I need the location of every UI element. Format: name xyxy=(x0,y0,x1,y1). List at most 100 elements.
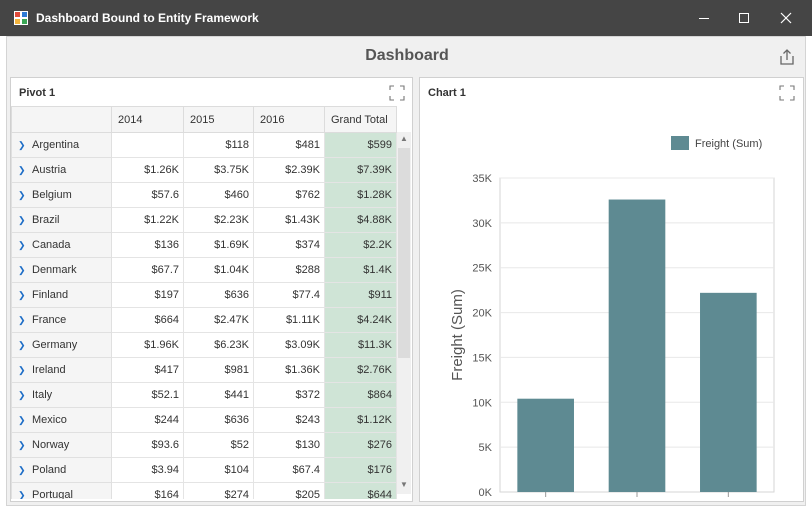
cell-2014: $244 xyxy=(111,407,184,433)
row-header-cell[interactable]: ❯ Brazil xyxy=(11,207,112,233)
row-header-cell[interactable]: ❯ Portugal xyxy=(11,482,112,499)
table-row[interactable]: ❯ Argentina $118 $481 $599 xyxy=(11,132,397,158)
maximize-button[interactable] xyxy=(724,0,764,36)
pivot-table: 2014 2015 2016 Grand Total ❯ Argentina $1… xyxy=(11,106,397,499)
cell-2014: $67.7 xyxy=(111,257,184,283)
table-row[interactable]: ❯ Canada $136 $1.69K $374 $2.2K xyxy=(11,232,397,258)
table-row[interactable]: ❯ Ireland $417 $981 $1.36K $2.76K xyxy=(11,357,397,383)
expand-arrow-icon[interactable]: ❯ xyxy=(18,165,32,176)
row-header-cell[interactable]: ❯ Denmark xyxy=(11,257,112,283)
row-header-cell[interactable]: ❯ Belgium xyxy=(11,182,112,208)
scroll-up-arrow-icon[interactable]: ▲ xyxy=(399,134,409,143)
expand-arrow-icon[interactable]: ❯ xyxy=(18,440,32,451)
cell-2016: $130 xyxy=(253,432,325,458)
expand-arrow-icon[interactable]: ❯ xyxy=(18,190,32,201)
row-header-cell[interactable]: ❯ Ireland xyxy=(11,357,112,383)
close-button[interactable] xyxy=(766,0,806,36)
cell-2014: $417 xyxy=(111,357,184,383)
cell-2015: $1.04K xyxy=(183,257,254,283)
table-row[interactable]: ❯ Portugal $164 $274 $205 $644 xyxy=(11,482,397,499)
expand-arrow-icon[interactable]: ❯ xyxy=(18,490,32,499)
maximize-panel-icon[interactable] xyxy=(389,85,405,101)
cell-2015: $1.69K xyxy=(183,232,254,258)
cell-2016: $67.4 xyxy=(253,457,325,483)
window-titlebar[interactable]: Dashboard Bound to Entity Framework xyxy=(0,0,812,36)
minimize-button[interactable] xyxy=(684,0,724,36)
table-row[interactable]: ❯ Germany $1.96K $6.23K $3.09K $11.3K xyxy=(11,332,397,358)
table-row[interactable]: ❯ Mexico $244 $636 $243 $1.12K xyxy=(11,407,397,433)
expand-arrow-icon[interactable]: ❯ xyxy=(18,415,32,426)
cell-2016: $481 xyxy=(253,132,325,158)
cell-2015: $104 xyxy=(183,457,254,483)
bar-2016[interactable] xyxy=(700,292,757,492)
table-row[interactable]: ❯ Norway $93.6 $52 $130 $276 xyxy=(11,432,397,458)
cell-2016: $762 xyxy=(253,182,325,208)
bar-2015[interactable] xyxy=(608,199,666,492)
table-row[interactable]: ❯ Finland $197 $636 $77.4 $911 xyxy=(11,282,397,308)
cell-grand-total: $176 xyxy=(324,457,397,483)
expand-arrow-icon[interactable]: ❯ xyxy=(18,340,32,351)
row-header-cell[interactable]: ❯ Mexico xyxy=(11,407,112,433)
table-row[interactable]: ❯ Denmark $67.7 $1.04K $288 $1.4K xyxy=(11,257,397,283)
scroll-down-arrow-icon[interactable]: ▼ xyxy=(399,480,409,489)
table-row[interactable]: ❯ France $664 $2.47K $1.11K $4.24K xyxy=(11,307,397,333)
expand-arrow-icon[interactable]: ❯ xyxy=(18,290,32,301)
cell-2015: $3.75K xyxy=(183,157,254,183)
y-tick-label: 25K xyxy=(472,263,492,275)
freight-chart: 0K5K10K15K20K25K30K35K201420152016Freigh… xyxy=(449,136,775,499)
pivot-corner-header xyxy=(11,106,112,133)
legend-swatch xyxy=(671,136,689,150)
row-header-cell[interactable]: ❯ Austria xyxy=(11,157,112,183)
row-header-cell[interactable]: ❯ France xyxy=(11,307,112,333)
y-tick-label: 5K xyxy=(479,442,493,454)
cell-2014: $57.6 xyxy=(111,182,184,208)
country-label: France xyxy=(32,314,67,326)
cell-2015: $52 xyxy=(183,432,254,458)
export-icon[interactable] xyxy=(777,47,797,67)
table-row[interactable]: ❯ Belgium $57.6 $460 $762 $1.28K xyxy=(11,182,397,208)
table-row[interactable]: ❯ Poland $3.94 $104 $67.4 $176 xyxy=(11,457,397,483)
table-row[interactable]: ❯ Italy $52.1 $441 $372 $864 xyxy=(11,382,397,408)
cell-2016: $1.11K xyxy=(253,307,325,333)
row-header-cell[interactable]: ❯ Poland xyxy=(11,457,112,483)
cell-grand-total: $1.12K xyxy=(324,407,397,433)
window-title: Dashboard Bound to Entity Framework xyxy=(36,11,259,25)
y-axis-title: Freight (Sum) xyxy=(449,289,466,381)
table-row[interactable]: ❯ Brazil $1.22K $2.23K $1.43K $4.88K xyxy=(11,207,397,233)
expand-arrow-icon[interactable]: ❯ xyxy=(18,465,32,476)
cell-grand-total: $11.3K xyxy=(324,332,397,358)
legend-label: Freight (Sum) xyxy=(695,138,762,150)
expand-arrow-icon[interactable]: ❯ xyxy=(18,240,32,251)
expand-arrow-icon[interactable]: ❯ xyxy=(18,140,32,151)
column-header-2015[interactable]: 2015 xyxy=(183,106,254,133)
pivot-scrollbar[interactable]: ▲ ▼ xyxy=(397,132,411,494)
expand-arrow-icon[interactable]: ❯ xyxy=(18,315,32,326)
pivot-panel: Pivot 1 2014 2015 2016 Grand Total ❯ Arg… xyxy=(10,77,413,502)
cell-2014: $52.1 xyxy=(111,382,184,408)
row-header-cell[interactable]: ❯ Norway xyxy=(11,432,112,458)
bar-2014[interactable] xyxy=(517,398,574,492)
expand-arrow-icon[interactable]: ❯ xyxy=(18,215,32,226)
column-header-2016[interactable]: 2016 xyxy=(253,106,325,133)
row-header-cell[interactable]: ❯ Germany xyxy=(11,332,112,358)
expand-arrow-icon[interactable]: ❯ xyxy=(18,265,32,276)
column-header-grand-total[interactable]: Grand Total xyxy=(324,106,397,133)
row-header-cell[interactable]: ❯ Canada xyxy=(11,232,112,258)
scroll-thumb[interactable] xyxy=(398,148,410,358)
table-row[interactable]: ❯ Austria $1.26K $3.75K $2.39K $7.39K xyxy=(11,157,397,183)
cell-2015: $6.23K xyxy=(183,332,254,358)
row-header-cell[interactable]: ❯ Italy xyxy=(11,382,112,408)
row-header-cell[interactable]: ❯ Finland xyxy=(11,282,112,308)
cell-2015: $441 xyxy=(183,382,254,408)
cell-2016: $2.39K xyxy=(253,157,325,183)
cell-grand-total: $7.39K xyxy=(324,157,397,183)
row-header-cell[interactable]: ❯ Argentina xyxy=(11,132,112,158)
country-label: Austria xyxy=(32,164,67,176)
cell-grand-total: $1.28K xyxy=(324,182,397,208)
expand-arrow-icon[interactable]: ❯ xyxy=(18,365,32,376)
cell-2015: $636 xyxy=(183,282,254,308)
y-tick-label: 0K xyxy=(479,487,493,499)
column-header-2014[interactable]: 2014 xyxy=(111,106,184,133)
cell-2014: $1.26K xyxy=(111,157,184,183)
expand-arrow-icon[interactable]: ❯ xyxy=(18,390,32,401)
